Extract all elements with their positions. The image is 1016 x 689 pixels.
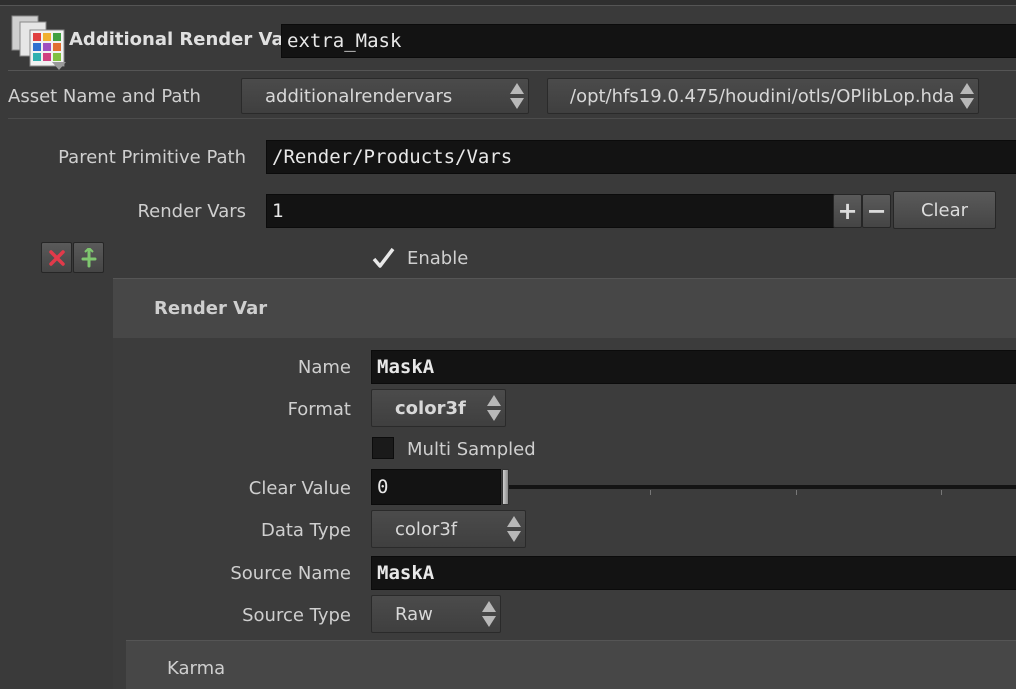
multi-sampled-label: Multi Sampled (407, 439, 536, 460)
clear-value-slider-handle[interactable] (502, 469, 509, 505)
close-icon (48, 249, 65, 266)
parent-primitive-path-label: Parent Primitive Path (58, 147, 246, 168)
name-field[interactable]: MaskA (371, 350, 1016, 384)
minus-icon: − (866, 197, 887, 225)
slider-tick (796, 490, 797, 495)
karma-section-header[interactable] (126, 640, 1016, 689)
menu-arrows-icon (487, 394, 501, 422)
enable-label: Enable (407, 248, 469, 269)
render-vars-label: Render Vars (137, 201, 246, 222)
add-render-var-button[interactable]: + (833, 194, 862, 228)
format-menu[interactable]: color3f (371, 389, 506, 427)
insert-instance-button[interactable] (73, 242, 104, 273)
clear-value-label: Clear Value (248, 478, 351, 499)
clear-button[interactable]: Clear (893, 191, 996, 229)
data-type-menu-value: color3f (395, 518, 458, 540)
asset-path-menu-value: /opt/hfs19.0.475/houdini/otls/OPlibLop.h… (570, 85, 955, 107)
asset-name-path-label: Asset Name and Path (8, 86, 201, 107)
data-type-label: Data Type (260, 520, 351, 541)
source-name-field[interactable]: MaskA (371, 556, 1016, 590)
clear-value-field[interactable]: 0 (371, 469, 501, 505)
render-var-section-body (113, 338, 1016, 689)
menu-arrows-icon (510, 82, 524, 110)
clear-value-slider-track[interactable] (507, 485, 1016, 489)
asset-separator (8, 118, 1016, 119)
remove-render-var-button[interactable]: − (862, 194, 891, 228)
plus-icon: + (837, 197, 858, 225)
header-separator (8, 70, 1016, 71)
asset-name-menu-value: additionalrendervars (265, 85, 453, 107)
format-label: Format (287, 399, 351, 420)
slider-tick (650, 490, 651, 495)
render-vars-count-field[interactable]: 1 (266, 194, 834, 228)
parent-primitive-path-field[interactable]: /Render/Products/Vars (266, 140, 1016, 174)
slider-tick (941, 490, 942, 495)
karma-section-title: Karma (167, 658, 226, 679)
node-type-label: Additional Render Vars (69, 29, 304, 50)
top-strip (0, 0, 1016, 6)
menu-arrows-icon (482, 600, 496, 628)
data-type-menu[interactable]: color3f (371, 510, 526, 548)
format-menu-value: color3f (395, 397, 466, 419)
name-label: Name (297, 357, 351, 378)
remove-instance-button[interactable] (41, 242, 72, 273)
insert-plus-icon (81, 247, 96, 267)
clear-button-label: Clear (920, 199, 969, 221)
asset-name-menu[interactable]: additionalrendervars (241, 78, 529, 114)
checkmark-icon (372, 247, 395, 268)
menu-arrows-icon (507, 515, 521, 543)
source-type-menu[interactable]: Raw (371, 595, 501, 633)
source-type-menu-value: Raw (395, 603, 433, 625)
enable-checkbox[interactable] (371, 246, 395, 270)
render-var-section-title: Render Var (154, 298, 268, 319)
node-name-field[interactable]: extra_Mask (281, 24, 1016, 58)
asset-path-menu[interactable]: /opt/hfs19.0.475/houdini/otls/OPlibLop.h… (547, 78, 979, 114)
node-type-icon[interactable] (10, 14, 68, 70)
multi-sampled-checkbox[interactable] (372, 437, 394, 459)
source-name-label: Source Name (230, 563, 351, 584)
menu-arrows-icon (960, 82, 974, 110)
source-type-label: Source Type (242, 605, 351, 626)
